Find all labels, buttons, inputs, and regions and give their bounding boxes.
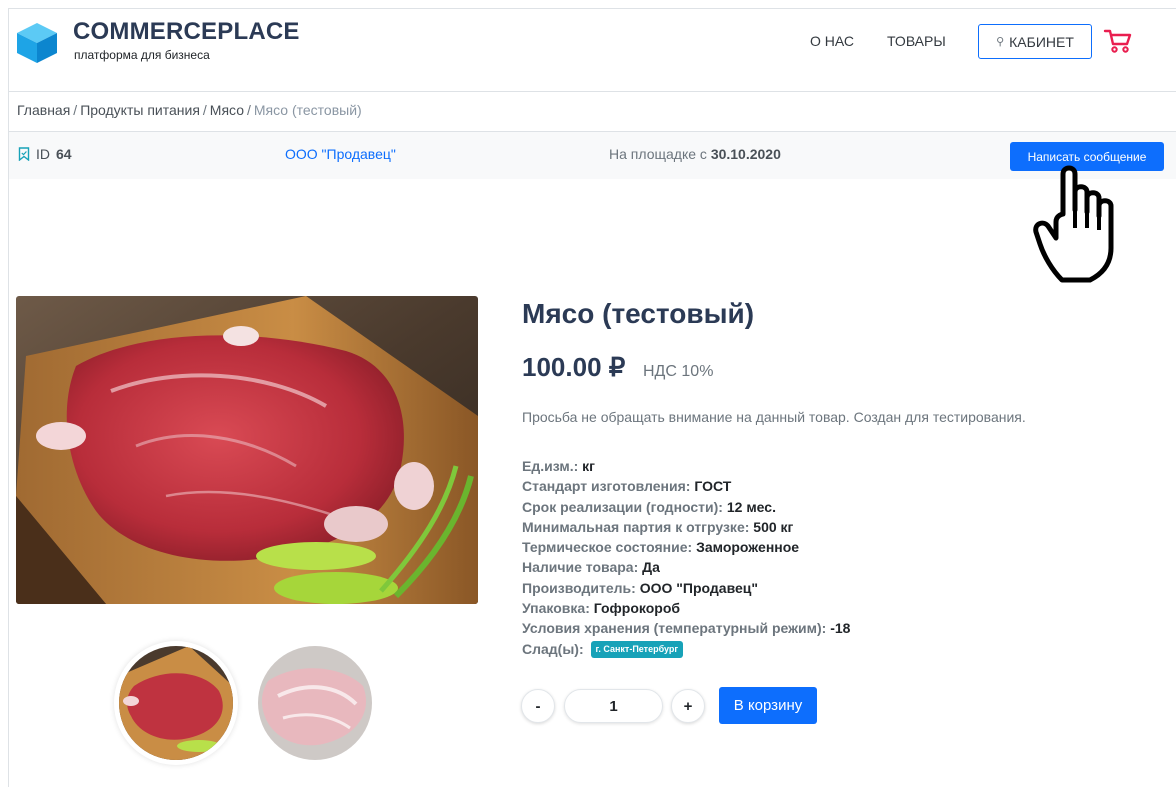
breadcrumb-separator: / bbox=[246, 102, 251, 118]
spec-value: -18 bbox=[830, 620, 851, 637]
spec-key: Производитель: bbox=[522, 579, 636, 596]
site-header: COMMERCEPLACE платформа для бизнеса О НА… bbox=[9, 9, 1176, 92]
spec-row: Минимальная партия к отгрузке: 500 кг bbox=[522, 517, 850, 537]
spec-key: Упаковка: bbox=[522, 600, 590, 617]
breadcrumb-home[interactable]: Главная bbox=[17, 102, 70, 118]
spec-row: Наличие товара: Да bbox=[522, 557, 850, 577]
breadcrumb: Главная / Продукты питания / Мясо / Мясо (тест… bbox=[17, 102, 362, 118]
spec-value: Да bbox=[642, 559, 660, 576]
brand-name[interactable]: COMMERCEPLACE bbox=[73, 18, 300, 46]
breadcrumb-current: Мясо (тестовый) bbox=[253, 102, 362, 118]
product-description: Просьба не обращать внимание на данный т… bbox=[522, 409, 1026, 425]
product-vat: НДС 10% bbox=[643, 363, 714, 380]
cart-icon[interactable] bbox=[1103, 27, 1133, 55]
id-value: 64 bbox=[56, 146, 72, 162]
spec-row: Стандарт изготовления: ГОСТ bbox=[522, 476, 850, 496]
product-id: ID 64 bbox=[18, 146, 72, 162]
breadcrumb-separator: / bbox=[73, 102, 78, 118]
spec-key: Срок реализации (годности): bbox=[522, 498, 723, 515]
spec-row: Срок реализации (годности): 12 мес. bbox=[522, 497, 850, 517]
bookmark-icon bbox=[18, 147, 30, 161]
seller-bar: ID 64 ООО "Продавец" На площадке с 30.10… bbox=[9, 132, 1176, 179]
hand-pointer-cursor-icon bbox=[1033, 165, 1114, 283]
spec-row: Условия хранения (температурный режим): … bbox=[522, 618, 850, 638]
spec-row: Упаковка: Гофрокороб bbox=[522, 598, 850, 618]
quantity-input[interactable] bbox=[564, 689, 663, 723]
spec-value: 500 кг bbox=[753, 518, 794, 535]
spec-key: Ед.изм.: bbox=[522, 458, 579, 474]
breadcrumb-separator: / bbox=[202, 102, 207, 118]
nav-products-link[interactable]: ТОВАРЫ bbox=[887, 33, 946, 49]
since-label: На площадке с bbox=[609, 146, 707, 162]
spec-key: Условия хранения (температурный режим): bbox=[522, 620, 827, 637]
spec-value: 12 мес. bbox=[726, 498, 776, 515]
spec-row: Ед.изм.: кг bbox=[522, 456, 850, 476]
quantity-decrement-button[interactable]: - bbox=[521, 689, 555, 723]
spec-value: ООО "Продавец" bbox=[639, 579, 759, 596]
spec-row: Производитель: ООО "Продавец" bbox=[522, 578, 850, 598]
spec-key: Наличие товара: bbox=[522, 559, 639, 576]
user-icon: ⚲ bbox=[996, 36, 1005, 48]
product-thumbnail[interactable] bbox=[258, 646, 372, 760]
product-price: 100.00 ₽ bbox=[522, 352, 626, 382]
product-title: Мясо (тестовый) bbox=[522, 298, 755, 329]
seller-link[interactable]: ООО "Продавец" bbox=[285, 146, 396, 162]
id-label: ID bbox=[36, 146, 50, 162]
since-date: 30.10.2020 bbox=[710, 146, 781, 162]
spec-value: Замороженное bbox=[696, 539, 800, 556]
warehouse-label: Слад(ы): bbox=[522, 640, 584, 657]
nav-about-link[interactable]: О НАС bbox=[810, 33, 854, 49]
blue-cube-logo-icon[interactable] bbox=[15, 21, 59, 65]
warehouse-badge[interactable]: г. Санкт-Петербург bbox=[590, 640, 684, 658]
spec-row: Термическое состояние: Замороженное bbox=[522, 537, 850, 557]
brand-tagline: платформа для бизнеса bbox=[74, 48, 210, 62]
breadcrumb-food[interactable]: Продукты питания bbox=[80, 102, 200, 118]
spec-row-warehouse: Слад(ы): г. Санкт-Петербург bbox=[522, 639, 850, 659]
add-to-cart-button[interactable]: В корзину bbox=[719, 687, 817, 724]
cabinet-label: КАБИНЕТ bbox=[1009, 33, 1074, 50]
product-specs: Ед.изм.: кг Стандарт изготовления: ГОСТ … bbox=[522, 456, 850, 659]
breadcrumb-meat[interactable]: Мясо bbox=[210, 102, 244, 118]
cabinet-button[interactable]: ⚲ КАБИНЕТ bbox=[978, 24, 1092, 59]
spec-key: Термическое состояние: bbox=[522, 539, 693, 556]
spec-key: Минимальная партия к отгрузке: bbox=[522, 518, 750, 535]
product-main-image[interactable] bbox=[16, 296, 478, 604]
spec-value: Гофрокороб bbox=[593, 600, 681, 617]
spec-value: кг bbox=[582, 458, 595, 474]
spec-value: ГОСТ bbox=[694, 478, 732, 495]
spec-key: Стандарт изготовления: bbox=[522, 478, 691, 495]
on-platform-since: На площадке с 30.10.2020 bbox=[609, 146, 781, 162]
product-thumbnail[interactable] bbox=[119, 646, 233, 760]
quantity-increment-button[interactable]: + bbox=[671, 689, 705, 723]
